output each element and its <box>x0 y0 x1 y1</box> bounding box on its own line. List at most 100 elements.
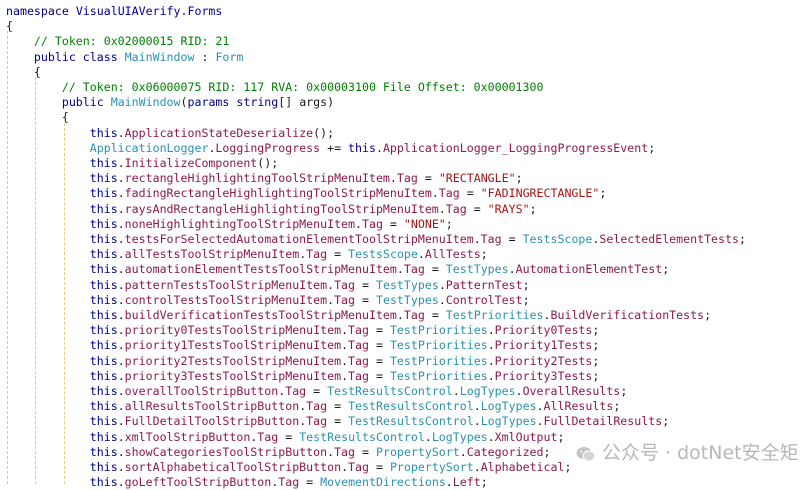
code-editor[interactable]: namespace VisualUIAVerify.Forms{ // Toke… <box>0 0 800 489</box>
string-token: "FADINGRECTANGLE" <box>480 186 600 201</box>
code-token: . <box>473 414 481 429</box>
member-token: ControlTest <box>445 292 523 307</box>
code-token: . <box>487 368 495 383</box>
member-token: Priority2Tests <box>494 353 593 368</box>
code-token: (); <box>257 156 279 170</box>
code-token: . <box>117 414 125 429</box>
code-token: . <box>445 475 453 490</box>
member-token: Tag <box>362 216 383 231</box>
code-token: . <box>117 156 125 170</box>
watermark-text: 公众号 · dotNet安全矩阵 <box>602 442 800 464</box>
code-token: . <box>438 201 446 216</box>
member-token: Priority1Tests <box>494 338 593 353</box>
code-token: . <box>341 353 349 368</box>
code-token: . <box>117 368 125 383</box>
member-token: allTestsToolStripMenuItem <box>124 247 300 262</box>
comment-token: // Token: 0x02000015 RID: 21 <box>33 34 230 49</box>
code-token: . <box>543 308 551 322</box>
code-token: ; <box>564 460 572 474</box>
code-line: public MainWindow(params string[] args) <box>6 95 334 110</box>
member-token: FullDetailResults <box>543 414 663 429</box>
code-token: . <box>438 292 446 307</box>
code-token: ; <box>445 216 453 231</box>
code-line: this.automationElementTestsToolStripMenu… <box>6 262 669 277</box>
code-token: ; <box>620 384 628 398</box>
comment-token: // Token: 0x06000075 RID: 117 RVA: 0x000… <box>61 80 544 94</box>
code-token: . <box>375 140 383 155</box>
member-token: Tag <box>306 399 328 414</box>
code-token: . <box>536 414 544 429</box>
code-line: this.allResultsToolStripButton.Tag = Tes… <box>6 399 621 414</box>
member-token: Alphabetical <box>480 460 565 474</box>
code-token: . <box>117 201 125 216</box>
code-token: . <box>117 338 125 353</box>
code-token: . <box>473 232 481 246</box>
code-token: . <box>487 323 495 338</box>
code-token: = <box>299 475 321 490</box>
code-token: . <box>117 323 125 338</box>
code-line: this.sortAlphabeticalToolStripButton.Tag… <box>6 460 572 475</box>
code-line: // Token: 0x06000075 RID: 117 RVA: 0x000… <box>6 80 544 95</box>
code-token: . <box>341 368 349 383</box>
code-token: . <box>117 399 125 414</box>
member-token: Tag <box>278 475 300 490</box>
code-token: . <box>396 308 404 322</box>
member-token: Tag <box>334 444 356 459</box>
member-token: Tag <box>348 338 369 353</box>
code-token: ; <box>480 475 488 490</box>
code-token: ; <box>648 140 656 155</box>
keyword-token: this <box>89 444 118 459</box>
type-token: ApplicationLogger <box>89 140 209 155</box>
member-token: Tag <box>348 323 369 338</box>
code-token: . <box>117 247 125 262</box>
member-token: priority1TestsToolStripMenuItem <box>124 338 342 353</box>
member-token: controlTestsToolStripMenuItem <box>124 292 328 307</box>
keyword-token: this <box>89 323 118 338</box>
code-token: ; <box>522 277 530 292</box>
code-token: ; <box>662 262 670 277</box>
code-token: = <box>417 171 439 186</box>
code-token: ; <box>529 201 537 216</box>
code-token: = <box>459 186 481 201</box>
member-token: testsForSelectedAutomationElementToolStr… <box>124 232 474 246</box>
code-token: . <box>508 262 516 277</box>
member-token: noneHighlightingToolStripMenuItem <box>124 216 356 231</box>
member-token: Tag <box>480 232 502 246</box>
type-token: TestPriorities <box>389 338 488 353</box>
code-line: this.priority0TestsToolStripMenuItem.Tag… <box>6 323 600 338</box>
code-token: += <box>320 140 349 155</box>
member-token: Tag <box>403 308 425 322</box>
member-token: AutomationElementTest <box>515 262 663 277</box>
member-token: BuildVerificationTests <box>550 308 705 322</box>
keyword-token: this <box>89 338 118 353</box>
code-token: . <box>431 186 439 201</box>
code-token: = <box>369 338 390 353</box>
type-token: MovementDirections <box>320 475 446 490</box>
code-line: this.rectangleHighlightingToolStripMenuI… <box>6 171 523 186</box>
code-token: : <box>194 49 216 64</box>
type-token: TestResultsControl <box>348 414 474 429</box>
code-token: ( <box>180 95 188 110</box>
code-token: ; <box>592 323 600 338</box>
member-token: XmlOutput <box>494 429 558 444</box>
code-token: . <box>452 384 460 398</box>
code-token: [] args) <box>278 95 335 110</box>
type-token: PropertySort <box>389 460 474 474</box>
keyword-token: this <box>89 262 118 277</box>
member-token: Tag <box>438 186 460 201</box>
code-token: { <box>6 110 69 125</box>
type-token: MainWindow <box>110 95 181 110</box>
code-token: ; <box>738 232 746 246</box>
code-token: = <box>369 323 390 338</box>
keyword-token: this <box>89 414 118 429</box>
code-token: ; <box>662 414 670 429</box>
